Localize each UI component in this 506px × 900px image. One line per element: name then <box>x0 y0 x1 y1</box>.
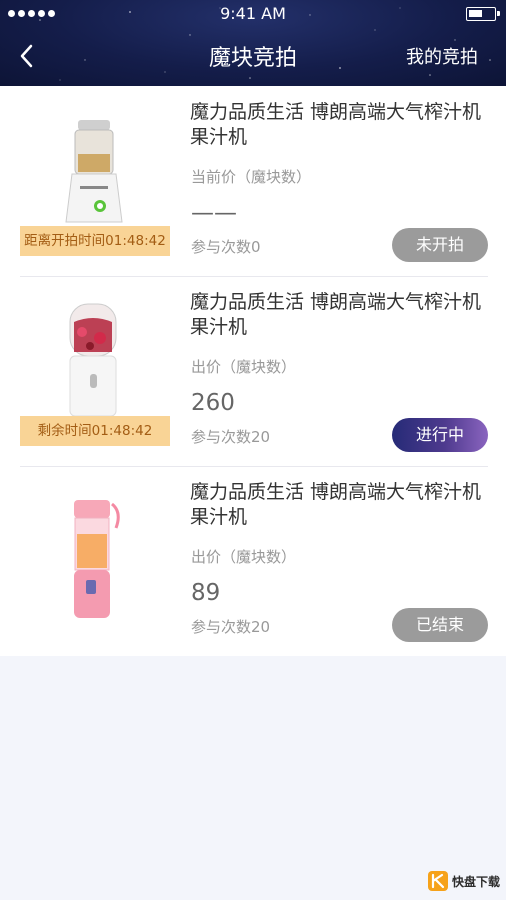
status-bar: 9:41 AM <box>0 0 506 28</box>
battery-icon <box>466 7 500 21</box>
price-label: 出价（魔块数） <box>191 548 297 566</box>
status-button-in-progress[interactable]: 进行中 <box>392 418 488 452</box>
status-button-not-started[interactable]: 未开拍 <box>392 228 488 262</box>
my-auctions-link[interactable]: 我的竞拍 <box>406 43 478 69</box>
watermark: 快盘下载 <box>427 870 500 892</box>
countdown-timer: 距离开拍时间01:48:42 <box>20 226 170 256</box>
status-time: 9:41 AM <box>220 4 286 23</box>
participation-count: 参与次数20 <box>191 618 271 636</box>
brand-logo-icon <box>427 871 448 891</box>
price-value: —— <box>191 200 237 226</box>
status-button-ended[interactable]: 已结束 <box>392 608 488 642</box>
portable-juicer-product-image <box>74 500 120 618</box>
auction-item[interactable]: 距离开拍时间01:48:42 魔力品质生活 博朗高端大气榨汁机果汁机 当前价（魔… <box>0 86 506 276</box>
countdown-timer: 剩余时间01:48:42 <box>20 416 170 446</box>
price-label: 当前价（魔块数） <box>191 168 312 186</box>
participation-count: 参与次数20 <box>191 428 271 446</box>
auction-item[interactable]: 剩余时间01:48:42 魔力品质生活 博朗高端大气榨汁机果汁机 出价（魔块数）… <box>0 276 506 466</box>
header: 9:41 AM 魔块竞拍 我的竞拍 <box>0 0 506 86</box>
price-value: 89 <box>191 580 221 606</box>
navigation-bar: 魔块竞拍 我的竞拍 <box>0 28 506 86</box>
auction-list: 距离开拍时间01:48:42 魔力品质生活 博朗高端大气榨汁机果汁机 当前价（魔… <box>0 86 506 656</box>
product-title: 魔力品质生活 博朗高端大气榨汁机果汁机 <box>190 291 482 338</box>
product-title: 魔力品质生活 博朗高端大气榨汁机果汁机 <box>190 481 482 528</box>
watermark-text: 快盘下载 <box>451 874 500 889</box>
price-label: 出价（魔块数） <box>191 358 297 376</box>
auction-item[interactable]: 魔力品质生活 博朗高端大气榨汁机果汁机 出价（魔块数） 89 参与次数20 已结… <box>0 466 506 656</box>
product-title: 魔力品质生活 博朗高端大气榨汁机果汁机 <box>190 101 482 148</box>
price-value: 260 <box>191 390 235 416</box>
participation-count: 参与次数0 <box>191 238 261 256</box>
